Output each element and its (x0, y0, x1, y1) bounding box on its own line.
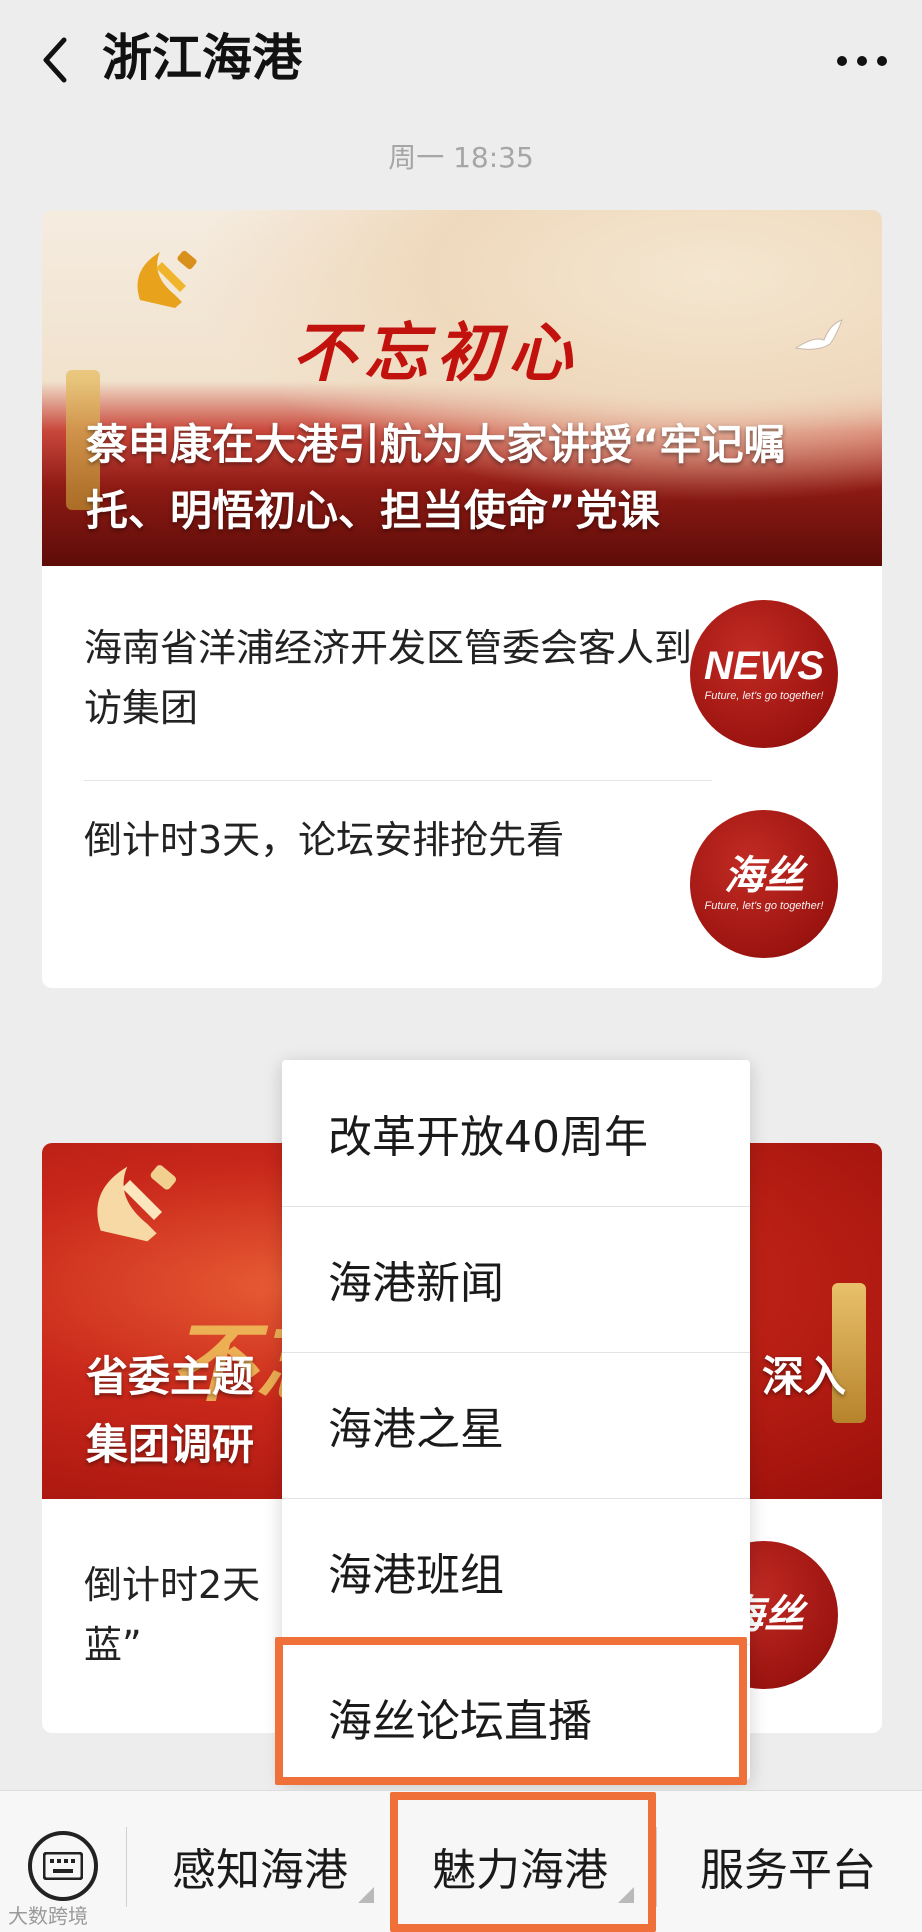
back-button[interactable] (30, 30, 80, 90)
menu-item-port-team[interactable]: 海港班组 (282, 1498, 750, 1644)
tab-divider (656, 1827, 657, 1907)
news-thumbnail: NEWS Future, let's go together! (690, 600, 838, 748)
tab-label: 服务平台 (700, 1845, 876, 1896)
tab-perceive-port[interactable]: 感知海港 (140, 1821, 380, 1911)
banner-title-left: 省委主题 (86, 1352, 255, 1401)
menu-item-reform-40[interactable]: 改革开放40周年 (282, 1060, 750, 1206)
article-banner[interactable]: 不忘初心 蔡申康在大港引航为大家讲授“牢记嘱托、明悟初心、担当使命”党课 (42, 210, 882, 566)
submenu-indicator-icon (358, 1887, 374, 1903)
list-item-title: 倒计时3天，论坛安排抢先看 (84, 818, 565, 862)
menu-item-port-star[interactable]: 海港之星 (282, 1352, 750, 1498)
message-timestamp: 周一 18:35 (388, 141, 534, 174)
tab-service-platform[interactable]: 服务平台 (668, 1821, 908, 1911)
thumbnail-label: NEWS (704, 644, 824, 688)
divider (84, 780, 712, 781)
thumbnail-tagline: Future, let's go together! (704, 900, 824, 912)
page-title: 浙江海港 (102, 29, 302, 87)
top-nav-bar: 浙江海港 (0, 0, 922, 120)
banner-title-right: 深入 (762, 1352, 847, 1401)
keyboard-toggle-button[interactable] (28, 1831, 98, 1901)
keyboard-icon (43, 1852, 83, 1880)
haisi-thumbnail: 海丝 Future, let's go together! (690, 810, 838, 958)
thumbnail-tagline: Future, let's go together! (704, 690, 824, 702)
article-card: 不忘初心 蔡申康在大港引航为大家讲授“牢记嘱托、明悟初心、担当使命”党课 海南省… (42, 210, 882, 988)
submenu-popup: 改革开放40周年 海港新闻 海港之星 海港班组 海丝论坛直播 (282, 1060, 750, 1780)
chevron-left-icon (43, 37, 67, 83)
watermark: 大数跨境 (8, 1904, 88, 1928)
tab-charm-port[interactable]: 魅力海港 (400, 1821, 640, 1911)
list-item[interactable]: 海南省洋浦经济开发区管委会客人到访集团 NEWS Future, let's g… (42, 566, 882, 748)
party-emblem-icon (137, 250, 197, 308)
party-emblem-icon (97, 1165, 177, 1242)
more-button[interactable] (832, 36, 892, 86)
banner-title-line2: 集团调研 (86, 1420, 255, 1469)
dove-icon (794, 319, 843, 350)
menu-item-port-news[interactable]: 海港新闻 (282, 1206, 750, 1352)
tab-label: 感知海港 (172, 1845, 348, 1896)
banner-slogan: 不忘初心 (292, 316, 580, 391)
list-item-title: 海南省洋浦经济开发区管委会客人到访集团 (84, 626, 693, 730)
menu-item-forum-live[interactable]: 海丝论坛直播 (282, 1644, 750, 1790)
banner-title: 蔡申康在大港引航为大家讲授“牢记嘱托、明悟初心、担当使命”党课 (86, 420, 786, 535)
more-dots-icon (837, 56, 887, 66)
submenu-indicator-icon (618, 1887, 634, 1903)
list-item[interactable]: 倒计时3天，论坛安排抢先看 海丝 Future, let's go togeth… (42, 782, 882, 962)
bottom-menu-bar: 感知海港 魅力海港 服务平台 (0, 1790, 922, 1932)
tab-label: 魅力海港 (432, 1845, 608, 1896)
thumbnail-label: 海丝 (724, 854, 804, 898)
tab-divider (126, 1827, 127, 1907)
